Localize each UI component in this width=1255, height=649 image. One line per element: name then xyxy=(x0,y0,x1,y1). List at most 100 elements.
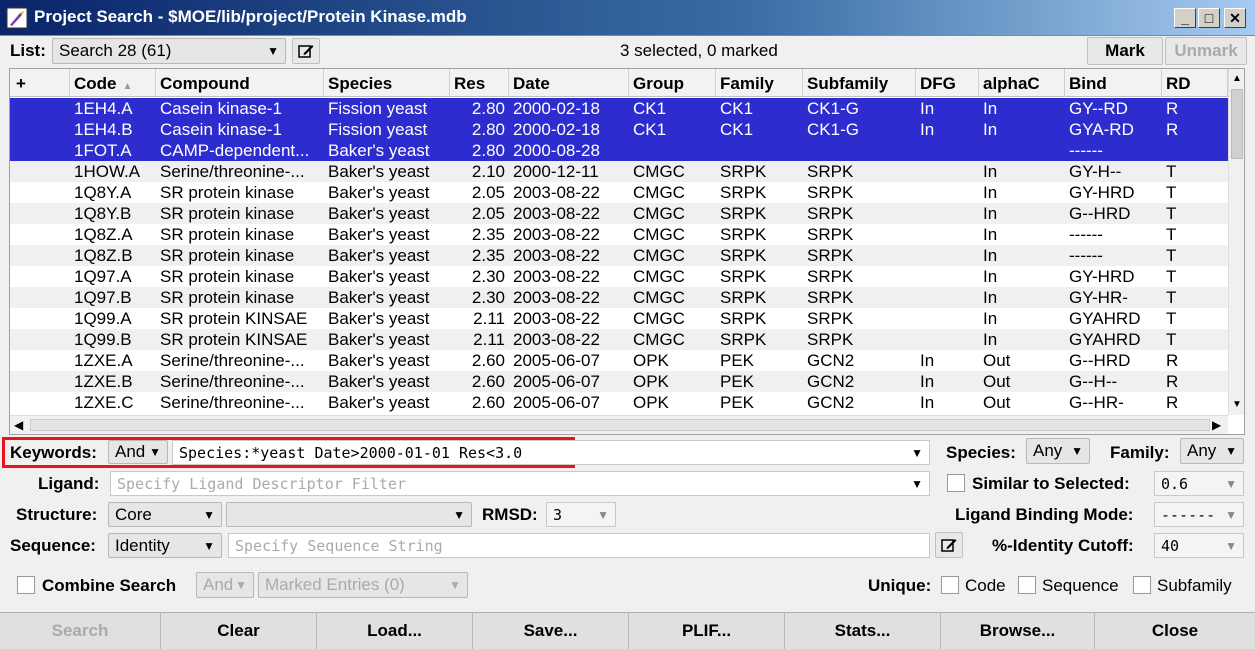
cell-dfg: In xyxy=(920,393,935,412)
family-select[interactable]: Any ▼ xyxy=(1180,438,1244,464)
sequence-input[interactable]: Specify Sequence String xyxy=(228,533,930,558)
unmark-button[interactable]: Unmark xyxy=(1165,37,1247,65)
col-header-rd[interactable]: RD xyxy=(1162,69,1228,97)
col-header-date[interactable]: Date xyxy=(509,69,629,97)
table-row[interactable]: 1Q97.B SR protein kinase Baker's yeast 2.30… xyxy=(10,287,1228,308)
ligand-binding-mode-select[interactable]: ------ ▼ xyxy=(1154,502,1244,527)
save-button[interactable]: Save... xyxy=(473,613,629,649)
table-row[interactable]: 1Q99.A SR protein KINSAE Baker's yeast 2.11… xyxy=(10,308,1228,329)
mark-button[interactable]: Mark xyxy=(1087,37,1163,65)
cell-dfg xyxy=(916,140,979,161)
col-header-code-label: Code xyxy=(74,74,117,93)
unique-subfamily-checkbox[interactable] xyxy=(1133,576,1151,594)
structure-select[interactable]: Core ▼ xyxy=(108,502,222,527)
keywords-input[interactable]: Species:*yeast Date>2000-01-01 Res<3.0 ▼ xyxy=(172,440,930,465)
cell-species: Baker's yeast xyxy=(328,141,430,160)
table-row[interactable]: 1ZXE.C Serine/threonine-... Baker's yeast 2… xyxy=(10,392,1228,413)
chevron-down-icon[interactable]: ▼ xyxy=(911,477,923,491)
combine-target-select[interactable]: Marked Entries (0) ▼ xyxy=(258,572,468,598)
maximize-icon[interactable]: □ xyxy=(1198,8,1220,28)
col-header-bind[interactable]: Bind xyxy=(1065,69,1162,97)
table-row[interactable]: 1FOT.A CAMP-dependent... Baker's yeast 2.80… xyxy=(10,140,1228,161)
results-table[interactable]: + Code ▲ Compound Species Res Date Group … xyxy=(9,68,1245,435)
col-header-family[interactable]: Family xyxy=(716,69,803,97)
table-row[interactable]: 1EH4.A Casein kinase-1 Fission yeast 2.80 20… xyxy=(10,98,1228,119)
identity-cutoff-label: %-Identity Cutoff: xyxy=(992,536,1134,555)
cell-bind: GY-HRD xyxy=(1069,183,1135,202)
col-header-res[interactable]: Res xyxy=(450,69,509,97)
col-header-plus[interactable]: + xyxy=(10,69,70,97)
cell-res: 2.11 xyxy=(473,309,505,328)
edit-list-button[interactable] xyxy=(292,38,320,64)
cell-species: Baker's yeast xyxy=(328,393,430,412)
table-row[interactable]: 1Q8Z.B SR protein kinase Baker's yeast 2.35… xyxy=(10,245,1228,266)
sequence-mode-select[interactable]: Identity ▼ xyxy=(108,533,222,558)
ligand-input[interactable]: Specify Ligand Descriptor Filter ▼ xyxy=(110,471,930,496)
table-row[interactable]: 1HOW.A Serine/threonine-... Baker's yeast 2… xyxy=(10,161,1228,182)
identity-cutoff-select[interactable]: 40 ▼ xyxy=(1154,533,1244,558)
cell-group: CMGC xyxy=(633,204,685,223)
chevron-down-icon[interactable]: ▼ xyxy=(911,446,923,460)
cell-bind: GYAHRD xyxy=(1069,309,1141,328)
edit-sequence-button[interactable] xyxy=(935,532,963,558)
species-select[interactable]: Any ▼ xyxy=(1026,438,1090,464)
table-row[interactable]: 1Q8Z.A SR protein kinase Baker's yeast 2.35… xyxy=(10,224,1228,245)
vertical-scroll-thumb[interactable] xyxy=(1231,89,1243,159)
table-row[interactable]: 1Q99.B SR protein KINSAE Baker's yeast 2.11… xyxy=(10,329,1228,350)
col-header-compound[interactable]: Compound xyxy=(156,69,324,97)
scroll-left-icon[interactable]: ◀ xyxy=(14,418,23,432)
clear-button[interactable]: Clear xyxy=(161,613,317,649)
close-icon[interactable]: ✕ xyxy=(1224,8,1246,28)
cell-compound: Serine/threonine-... xyxy=(160,372,305,391)
rmsd-select[interactable]: 3 ▼ xyxy=(546,502,616,527)
minimize-icon[interactable]: _ xyxy=(1174,8,1196,28)
unique-sequence-checkbox[interactable] xyxy=(1018,576,1036,594)
cell-plus xyxy=(10,287,70,308)
col-header-species[interactable]: Species xyxy=(324,69,450,97)
horizontal-scroll-thumb[interactable] xyxy=(30,419,1210,431)
table-row[interactable]: 1ZXE.B Serine/threonine-... Baker's yeast 2… xyxy=(10,371,1228,392)
list-select[interactable]: Search 28 (61) ▼ xyxy=(52,38,286,64)
table-row[interactable]: 1EH4.B Casein kinase-1 Fission yeast 2.80 20… xyxy=(10,119,1228,140)
keywords-operator-select[interactable]: And ▼ xyxy=(108,440,168,464)
col-header-alphac[interactable]: alphaC xyxy=(979,69,1065,97)
combine-search-checkbox[interactable] xyxy=(17,576,35,594)
table-row[interactable]: 1Q97.A SR protein kinase Baker's yeast 2.30… xyxy=(10,266,1228,287)
combine-operator-select[interactable]: And ▼ xyxy=(196,572,254,598)
scroll-down-icon[interactable]: ▼ xyxy=(1232,399,1242,410)
cell-plus xyxy=(10,203,70,224)
table-row[interactable]: 1Q8Y.B SR protein kinase Baker's yeast 2.05… xyxy=(10,203,1228,224)
structure-target-select[interactable]: ▼ xyxy=(226,502,472,527)
col-header-group[interactable]: Group xyxy=(629,69,716,97)
cell-date: 2003-08-22 xyxy=(513,288,600,307)
col-header-code[interactable]: Code ▲ xyxy=(70,69,156,97)
plif-button[interactable]: PLIF... xyxy=(629,613,785,649)
scroll-right-icon[interactable]: ▶ xyxy=(1212,418,1221,432)
table-row[interactable]: 1ZXE.A Serine/threonine-... Baker's yeast 2… xyxy=(10,350,1228,371)
table-row[interactable]: 1Q8Y.A SR protein kinase Baker's yeast 2.05… xyxy=(10,182,1228,203)
cell-dfg xyxy=(916,287,979,308)
cell-res: 2.30 xyxy=(471,288,505,307)
cell-res: 2.60 xyxy=(471,372,505,391)
cell-dfg xyxy=(916,161,979,182)
close-button[interactable]: Close xyxy=(1095,613,1255,649)
cell-compound: SR protein kinase xyxy=(160,183,295,202)
col-header-subfamily[interactable]: Subfamily xyxy=(803,69,916,97)
unique-code-checkbox[interactable] xyxy=(941,576,959,594)
vertical-scrollbar[interactable]: ▲ ▼ xyxy=(1228,69,1244,415)
load-button[interactable]: Load... xyxy=(317,613,473,649)
scroll-up-icon[interactable]: ▲ xyxy=(1232,73,1242,84)
species-label: Species: xyxy=(946,443,1016,462)
keywords-operator-value: And xyxy=(115,442,146,461)
stats-button[interactable]: Stats... xyxy=(785,613,941,649)
cell-family xyxy=(716,140,803,161)
chevron-down-icon: ▼ xyxy=(149,445,161,459)
search-button[interactable]: Search xyxy=(0,613,161,649)
similar-to-selected-checkbox[interactable] xyxy=(947,474,965,492)
cell-code: 1Q97.B xyxy=(74,288,132,307)
browse-button[interactable]: Browse... xyxy=(941,613,1095,649)
horizontal-scrollbar[interactable]: ◀ ▶ xyxy=(10,415,1228,434)
col-header-dfg[interactable]: DFG xyxy=(916,69,979,97)
cell-bind: G--HRD xyxy=(1069,204,1131,223)
similar-threshold-select[interactable]: 0.6 ▼ xyxy=(1154,471,1244,496)
